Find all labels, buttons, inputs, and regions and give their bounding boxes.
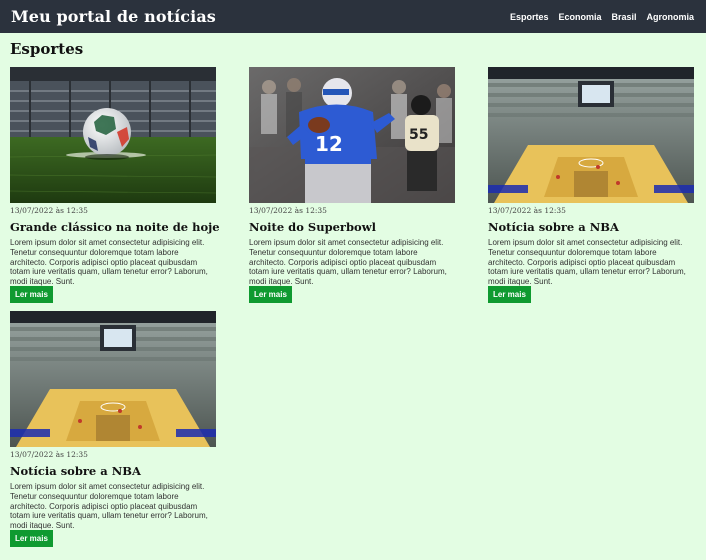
article-excerpt: Lorem ipsum dolor sit amet consectetur a…: [488, 238, 686, 287]
article-title[interactable]: Notícia sobre a NBA: [488, 220, 694, 236]
news-card: 13/07/2022 às 12:35 Grande clássico na n…: [10, 67, 220, 303]
read-more-button[interactable]: Ler mais: [488, 286, 531, 303]
basketball-arena-photo[interactable]: [10, 311, 216, 447]
article-excerpt: Lorem ipsum dolor sit amet consectetur a…: [10, 482, 208, 531]
article-title[interactable]: Grande clássico na noite de hoje: [10, 220, 220, 236]
site-brand[interactable]: Meu portal de notícias: [11, 7, 216, 26]
article-excerpt: Lorem ipsum dolor sit amet consectetur a…: [10, 238, 208, 287]
article-title[interactable]: Notícia sobre a NBA: [10, 464, 216, 480]
article-excerpt: Lorem ipsum dolor sit amet consectetur a…: [249, 238, 447, 287]
nav-link-esportes[interactable]: Esportes: [510, 12, 549, 22]
basketball-arena-photo[interactable]: [488, 67, 694, 203]
svg-text:55: 55: [409, 127, 428, 143]
article-date: 13/07/2022 às 12:35: [488, 206, 566, 215]
section-title: Esportes: [10, 40, 84, 58]
american-football-player-photo[interactable]: 55 12: [249, 67, 455, 203]
read-more-button[interactable]: Ler mais: [10, 286, 53, 303]
nav-link-agronomia[interactable]: Agronomia: [646, 12, 694, 22]
news-card: 13/07/2022 às 12:35 Notícia sobre a NBA …: [488, 67, 694, 303]
nav-link-brasil[interactable]: Brasil: [611, 12, 636, 22]
news-card: 13/07/2022 às 12:35 Notícia sobre a NBA …: [10, 311, 216, 547]
article-date: 13/07/2022 às 12:35: [10, 450, 88, 459]
nav-link-economia[interactable]: Economia: [558, 12, 601, 22]
article-date: 13/07/2022 às 12:35: [10, 206, 88, 215]
main-nav: Esportes Economia Brasil Agronomia: [510, 12, 694, 22]
article-date: 13/07/2022 às 12:35: [249, 206, 327, 215]
news-card: 55 12 13/07/2022 às 12:35 Noite do Super…: [249, 67, 455, 303]
read-more-button[interactable]: Ler mais: [249, 286, 292, 303]
top-navbar: Meu portal de notícias Esportes Economia…: [0, 0, 706, 33]
svg-text:12: 12: [315, 132, 343, 156]
article-title[interactable]: Noite do Superbowl: [249, 220, 455, 236]
read-more-button[interactable]: Ler mais: [10, 530, 53, 547]
soccer-ball-stadium-photo[interactable]: [10, 67, 216, 203]
